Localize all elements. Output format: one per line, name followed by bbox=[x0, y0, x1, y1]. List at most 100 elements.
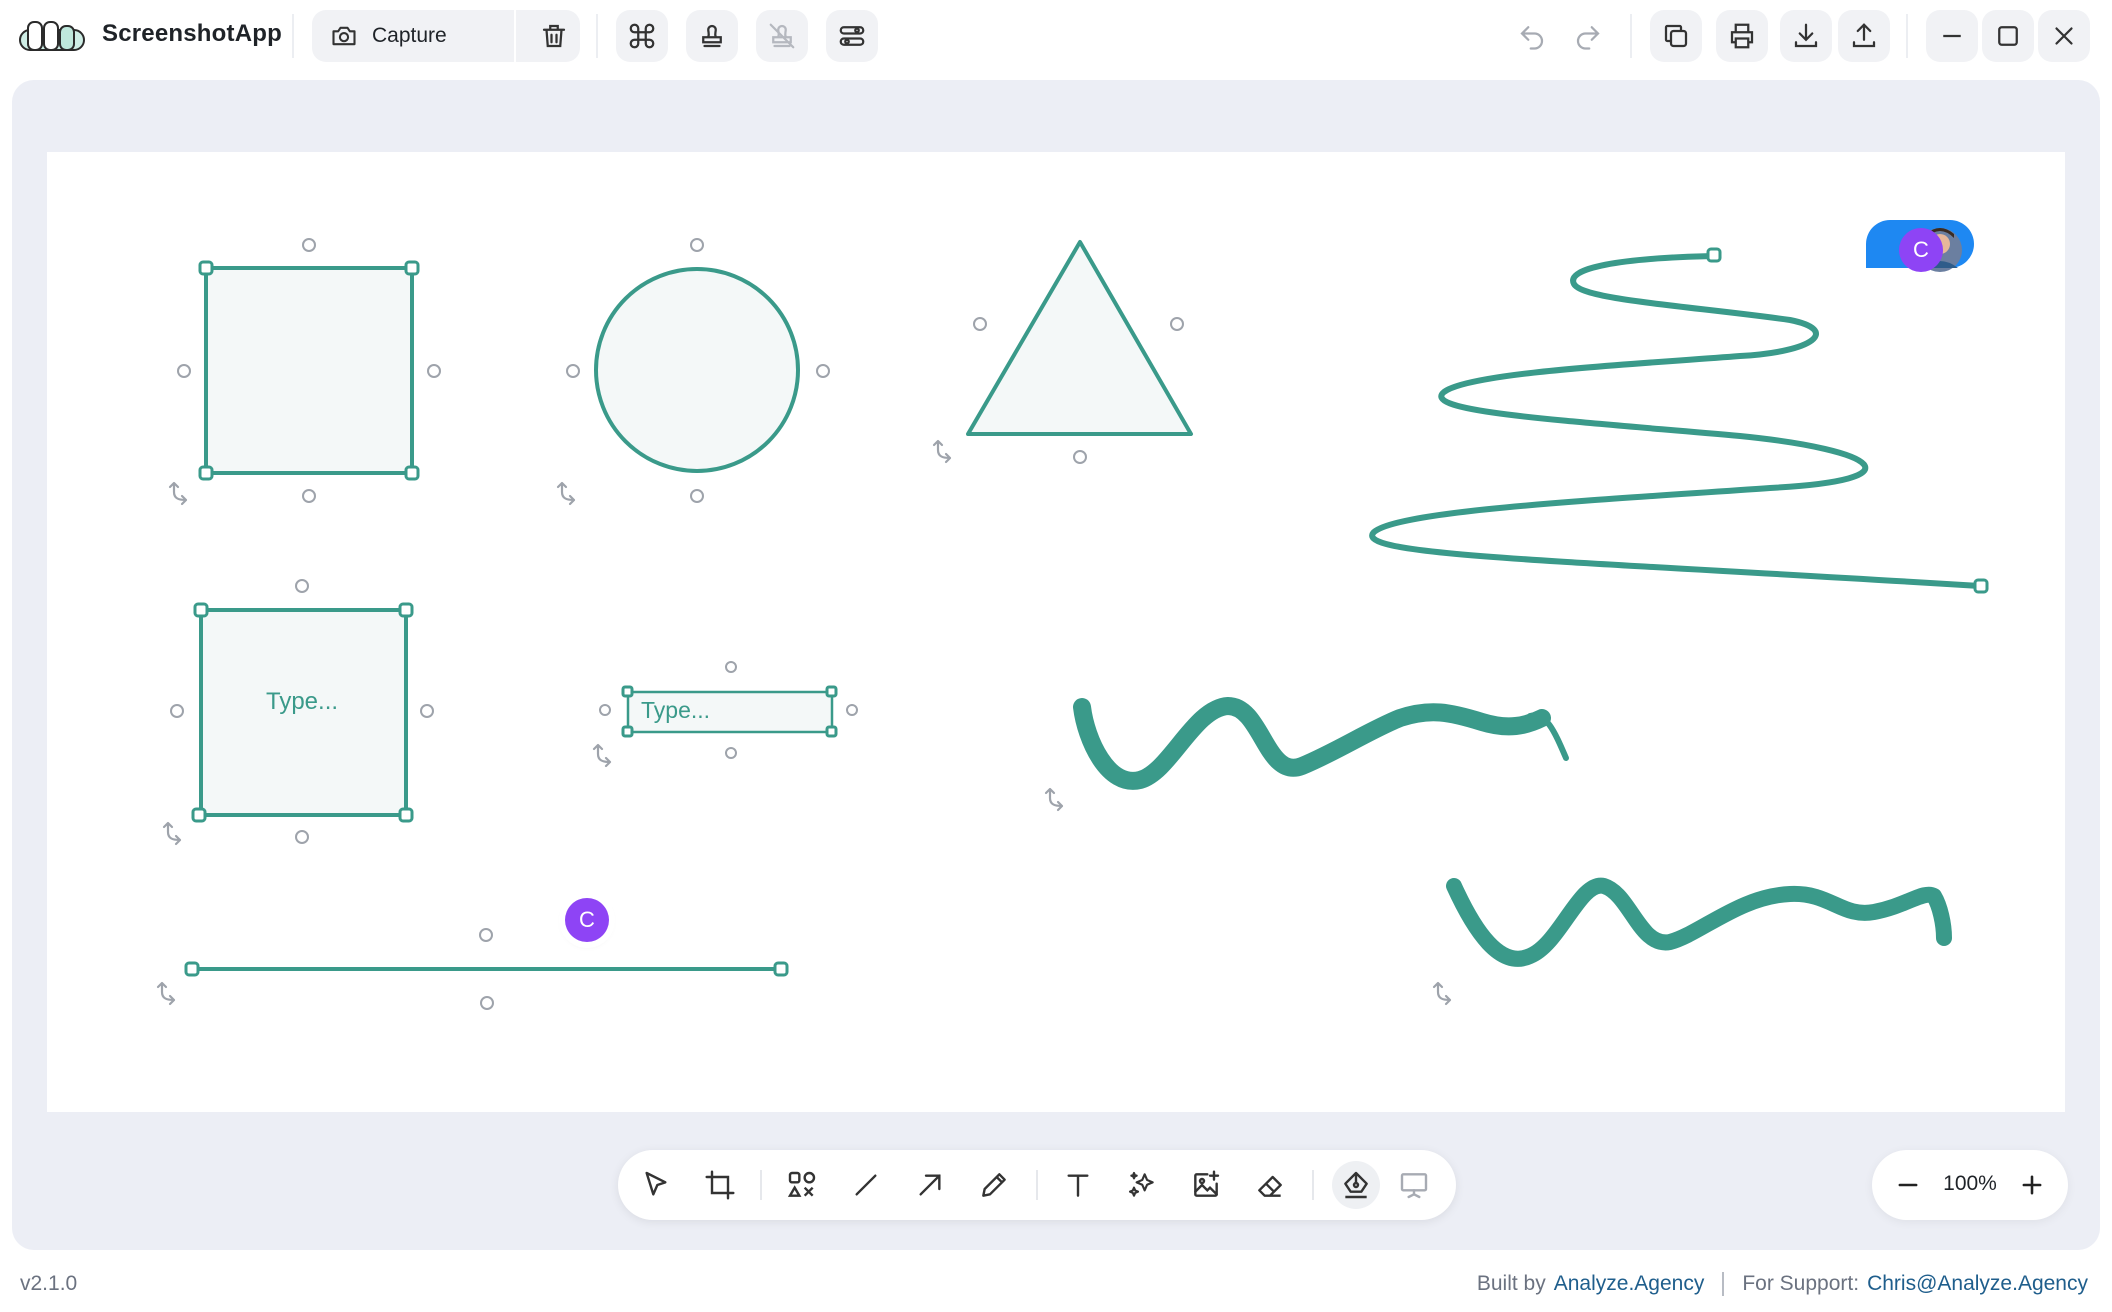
share-icon bbox=[1852, 23, 1876, 48]
divider bbox=[292, 14, 294, 58]
delete-button[interactable] bbox=[528, 10, 580, 62]
maximize-button[interactable] bbox=[1982, 10, 2034, 62]
zoom-in-button[interactable] bbox=[2010, 1163, 2054, 1207]
collaborator-cursor-avatar[interactable]: C bbox=[565, 898, 609, 942]
connector-dot[interactable] bbox=[427, 364, 441, 378]
rotate-handle-icon[interactable] bbox=[168, 481, 188, 506]
settings-button[interactable] bbox=[826, 10, 878, 62]
connector-dot[interactable] bbox=[973, 317, 987, 331]
resize-handle[interactable] bbox=[184, 961, 200, 977]
resize-handle[interactable] bbox=[621, 685, 634, 698]
tool-add-image[interactable] bbox=[1182, 1161, 1230, 1209]
connector-dot[interactable] bbox=[302, 238, 316, 252]
rotate-handle-icon[interactable] bbox=[932, 439, 952, 464]
tool-select[interactable] bbox=[632, 1161, 680, 1209]
resize-handle[interactable] bbox=[1973, 578, 1989, 594]
connector-dot[interactable] bbox=[302, 489, 316, 503]
tool-pen[interactable] bbox=[970, 1161, 1018, 1209]
resize-handle[interactable] bbox=[191, 807, 207, 823]
connector-dot[interactable] bbox=[599, 704, 611, 716]
connector-dot[interactable] bbox=[480, 996, 494, 1010]
connector-dot[interactable] bbox=[1170, 317, 1184, 331]
undo-button[interactable] bbox=[1510, 14, 1554, 58]
tool-pen-active[interactable] bbox=[1332, 1161, 1380, 1209]
support-email-link[interactable]: Chris@Analyze.Agency bbox=[1867, 1272, 2088, 1296]
resize-handle[interactable] bbox=[404, 260, 420, 276]
eraser-icon bbox=[1258, 1175, 1282, 1197]
connector-dot[interactable] bbox=[420, 704, 434, 718]
brush-stroke[interactable] bbox=[1446, 877, 1952, 967]
capture-button[interactable]: Capture bbox=[312, 10, 514, 62]
tool-magic[interactable] bbox=[1118, 1161, 1166, 1209]
tool-crop[interactable] bbox=[696, 1161, 744, 1209]
connector-dot[interactable] bbox=[566, 364, 580, 378]
rotate-handle-icon[interactable] bbox=[592, 743, 612, 768]
connector-dot[interactable] bbox=[725, 661, 737, 673]
resize-handle[interactable] bbox=[825, 725, 838, 738]
connector-dot[interactable] bbox=[816, 364, 830, 378]
resize-handle[interactable] bbox=[398, 807, 414, 823]
connector-dot[interactable] bbox=[295, 830, 309, 844]
connector-dot[interactable] bbox=[725, 747, 737, 759]
connector-dot[interactable] bbox=[177, 364, 191, 378]
resize-handle[interactable] bbox=[621, 725, 634, 738]
resize-handle[interactable] bbox=[398, 602, 414, 618]
built-by-link[interactable]: Analyze.Agency bbox=[1554, 1272, 1705, 1296]
resize-handle[interactable] bbox=[1706, 247, 1722, 263]
tool-text[interactable] bbox=[1054, 1161, 1102, 1209]
presentation-icon bbox=[1400, 1173, 1428, 1199]
text-box-placeholder[interactable]: Type... bbox=[641, 697, 710, 724]
triangle-shape[interactable] bbox=[966, 240, 1193, 436]
tool-arrow[interactable] bbox=[906, 1161, 954, 1209]
connector-dot[interactable] bbox=[170, 704, 184, 718]
collaborator-avatar[interactable]: C bbox=[1899, 228, 1943, 272]
pen-tool-icon bbox=[1344, 1171, 1368, 1199]
resize-handle[interactable] bbox=[193, 602, 209, 618]
drawing-canvas[interactable]: Type... Type... C C bbox=[47, 152, 2065, 1112]
rotate-handle-icon[interactable] bbox=[156, 981, 176, 1006]
tool-eraser[interactable] bbox=[1246, 1161, 1294, 1209]
stamp-button[interactable] bbox=[686, 10, 738, 62]
share-button[interactable] bbox=[1838, 10, 1890, 62]
resize-handle[interactable] bbox=[404, 465, 420, 481]
tool-presentation[interactable] bbox=[1390, 1161, 1438, 1209]
connector-dot[interactable] bbox=[846, 704, 858, 716]
marker-stroke[interactable] bbox=[1073, 697, 1551, 790]
copy-button[interactable] bbox=[1650, 10, 1702, 62]
resize-handle[interactable] bbox=[773, 961, 789, 977]
rotate-handle-icon[interactable] bbox=[1044, 787, 1064, 812]
connector-dot[interactable] bbox=[295, 579, 309, 593]
minimize-button[interactable] bbox=[1926, 10, 1978, 62]
text-square-placeholder[interactable]: Type... bbox=[266, 688, 338, 716]
spiral-path[interactable] bbox=[1369, 253, 1983, 589]
rectangle-shape[interactable] bbox=[204, 266, 414, 475]
download-button[interactable] bbox=[1780, 10, 1832, 62]
canvas-shapes bbox=[156, 220, 1989, 1010]
resize-handle[interactable] bbox=[198, 465, 214, 481]
connector-dot[interactable] bbox=[479, 928, 493, 942]
rotate-handle-icon[interactable] bbox=[162, 821, 182, 846]
resize-handle[interactable] bbox=[825, 685, 838, 698]
copy-icon bbox=[1664, 24, 1688, 48]
zoom-out-button[interactable] bbox=[1886, 1163, 1930, 1207]
tool-shapes[interactable] bbox=[778, 1161, 826, 1209]
pointer-icon bbox=[645, 1171, 667, 1196]
connector-dot[interactable] bbox=[1073, 450, 1087, 464]
rotate-handle-icon[interactable] bbox=[1432, 981, 1452, 1006]
redo-icon bbox=[1576, 26, 1600, 50]
tool-line[interactable] bbox=[842, 1161, 890, 1209]
print-button[interactable] bbox=[1716, 10, 1768, 62]
stamp-off-button[interactable] bbox=[756, 10, 808, 62]
redo-button[interactable] bbox=[1566, 14, 1610, 58]
credits: Built by Analyze.Agency For Support: Chr… bbox=[1477, 1272, 2088, 1296]
resize-handle[interactable] bbox=[198, 260, 214, 276]
close-button[interactable] bbox=[2038, 10, 2090, 62]
connector-dot[interactable] bbox=[690, 238, 704, 252]
zoom-level[interactable]: 100% bbox=[1936, 1172, 2004, 1196]
rotate-handle-icon[interactable] bbox=[556, 481, 576, 506]
connector-dot[interactable] bbox=[690, 489, 704, 503]
divider bbox=[1036, 1170, 1038, 1200]
download-icon bbox=[1794, 23, 1818, 48]
circle-shape[interactable] bbox=[594, 267, 800, 473]
shortcuts-button[interactable] bbox=[616, 10, 668, 62]
